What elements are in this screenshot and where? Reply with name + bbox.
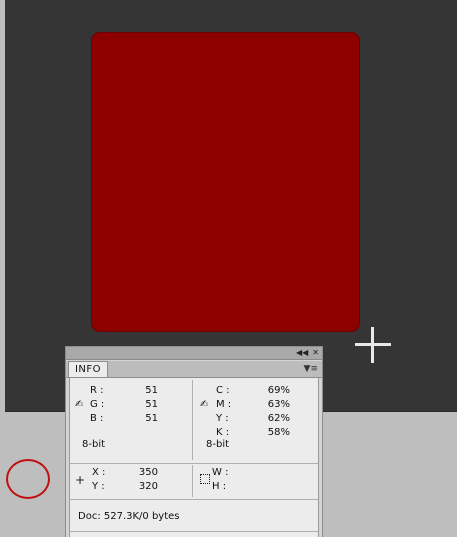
- eyedropper-icon[interactable]: ✍: [200, 399, 208, 411]
- crosshair-plus-icon: +: [75, 473, 86, 487]
- eyedropper-icon[interactable]: ✍: [75, 399, 83, 411]
- crosshair-cursor-icon: [355, 327, 391, 363]
- m-label: M :: [216, 399, 232, 410]
- document-red-square: [91, 32, 360, 332]
- cmyk-bitdepth: 8-bit: [206, 439, 230, 450]
- y-position-value: 320: [138, 481, 158, 492]
- w-label: W :: [212, 467, 229, 478]
- annotation-circle: [6, 459, 50, 499]
- y-position-label: Y :: [92, 481, 105, 492]
- tab-info[interactable]: INFO: [68, 361, 108, 377]
- x-label: X :: [92, 467, 106, 478]
- g-value: 51: [145, 399, 158, 410]
- divider: [192, 380, 193, 460]
- b-value: 51: [145, 413, 158, 424]
- info-panel-body: R : 51 ✍ G : 51 B : 51 8-bit C : 69% ✍ M…: [69, 378, 319, 537]
- k-label: K :: [216, 427, 230, 438]
- doc-info: Doc: 527.3K/0 bytes: [78, 511, 180, 522]
- b-label: B :: [90, 413, 104, 424]
- divider: [70, 463, 318, 464]
- close-icon[interactable]: ✕: [312, 347, 319, 359]
- panel-menu-icon[interactable]: ▼≡: [304, 363, 318, 375]
- panel-titlebar[interactable]: ◀◀ ✕: [66, 347, 322, 360]
- g-label: G :: [90, 399, 105, 410]
- r-label: R :: [90, 385, 104, 396]
- m-value: 63%: [267, 399, 290, 410]
- k-value: 58%: [267, 427, 290, 438]
- c-label: C :: [216, 385, 230, 396]
- collapse-icon[interactable]: ◀◀: [296, 347, 308, 359]
- info-panel: ◀◀ ✕ INFO ▼≡ R : 51 ✍ G : 51 B : 51 8-bi…: [65, 346, 323, 537]
- divider: [70, 499, 318, 500]
- r-value: 51: [145, 385, 158, 396]
- x-value: 350: [138, 467, 158, 478]
- y-label: Y :: [216, 413, 229, 424]
- h-label: H :: [212, 481, 227, 492]
- y-value: 62%: [267, 413, 290, 424]
- c-value: 69%: [267, 385, 290, 396]
- divider: [192, 465, 193, 497]
- rgb-bitdepth: 8-bit: [82, 439, 106, 450]
- marquee-icon: [200, 474, 210, 484]
- divider: [70, 531, 318, 532]
